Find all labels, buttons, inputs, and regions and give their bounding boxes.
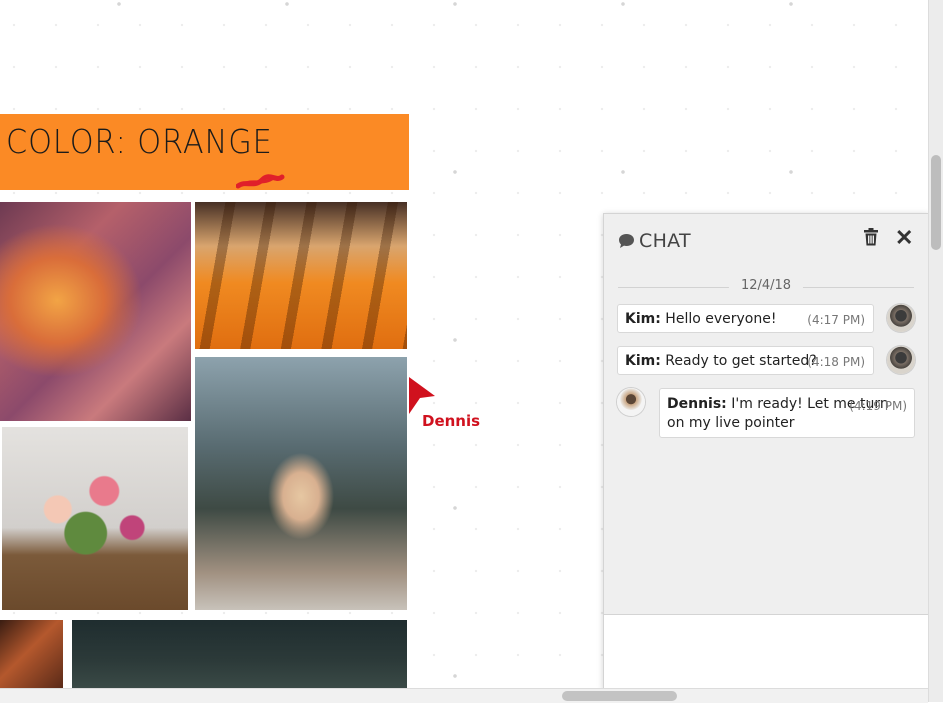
vertical-scroll-thumb[interactable] — [931, 155, 941, 250]
chat-bubble-icon — [619, 234, 634, 248]
message-author: Dennis: — [667, 396, 727, 412]
chat-header: CHAT — [618, 228, 691, 254]
kim-avatar — [887, 304, 915, 332]
chat-title: CHAT — [639, 230, 691, 252]
close-icon[interactable]: ✕ — [895, 227, 913, 249]
dark-forest-photo[interactable] — [72, 620, 407, 688]
date-divider: 12/4/18 — [618, 278, 914, 294]
chat-message: Dennis: I'm ready! Let me turn on my liv… — [659, 388, 915, 438]
scribble-mark — [236, 174, 285, 189]
live-pointer-label: Dennis — [422, 412, 481, 430]
message-author: Kim: — [625, 353, 661, 369]
message-author: Kim: — [625, 311, 661, 327]
live-pointer-icon — [409, 377, 435, 414]
chat-date: 12/4/18 — [728, 278, 804, 293]
flower-basket-photo[interactable] — [2, 427, 188, 610]
message-time: (4:17 PM) — [807, 313, 865, 327]
kim-avatar — [887, 346, 915, 374]
chat-message: Kim: Hello everyone! (4:17 PM) — [617, 304, 874, 333]
canyon-photo[interactable] — [0, 202, 191, 421]
message-time: (4:18 PM) — [807, 355, 865, 369]
message-text: Ready to get started? — [665, 353, 817, 369]
message-time: (4:19 PM) — [849, 399, 907, 413]
chat-input[interactable] — [604, 614, 928, 690]
orange-floor-photo[interactable] — [195, 202, 407, 349]
banner-title: COLOR: ORANGE — [6, 122, 273, 161]
message-text: Hello everyone! — [665, 311, 777, 327]
vertical-scrollbar[interactable] — [928, 0, 943, 702]
horizontal-scrollbar[interactable] — [0, 688, 928, 703]
dennis-avatar — [617, 388, 645, 416]
chat-message: Kim: Ready to get started? (4:18 PM) — [617, 346, 874, 375]
chat-panel: CHAT ✕ 12/4/18 Kim: Hello everyone! (4:1… — [603, 213, 929, 690]
girl-headphones-photo[interactable] — [195, 357, 407, 610]
trash-icon[interactable] — [863, 228, 879, 246]
horizontal-scroll-thumb[interactable] — [562, 691, 677, 701]
fire-photo[interactable] — [0, 620, 63, 688]
